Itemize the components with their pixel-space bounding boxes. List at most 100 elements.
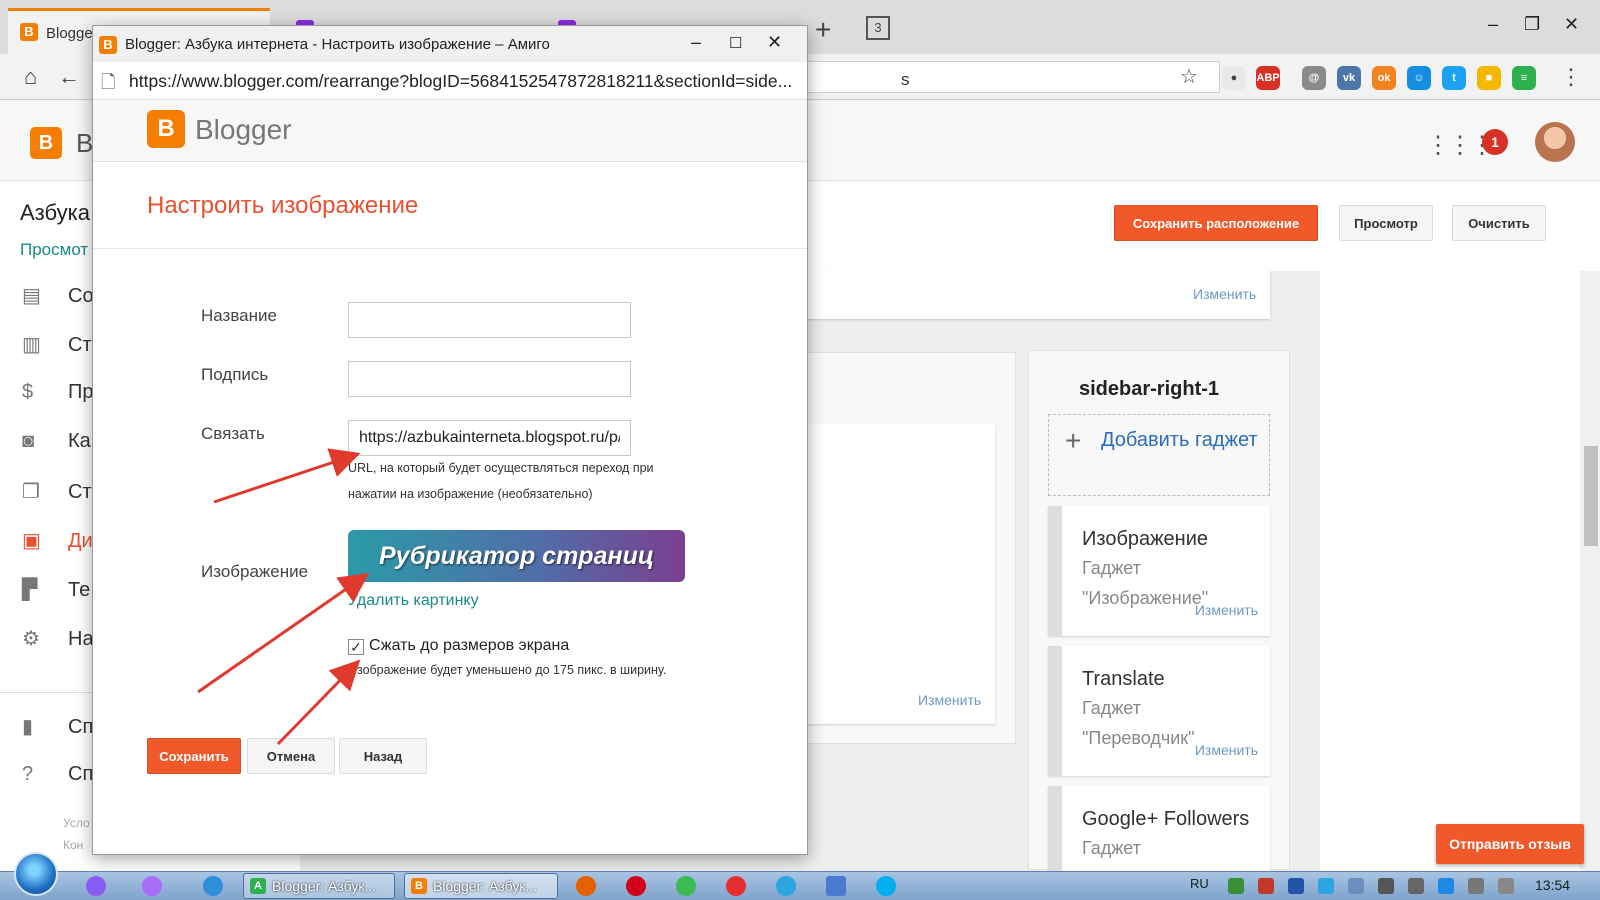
app-launcher-icon[interactable] <box>86 876 106 896</box>
home-icon[interactable]: ⌂ <box>24 64 37 90</box>
sidebar-item-label: Ст <box>68 481 92 503</box>
sidebar-item-posts[interactable]: ▤ Со <box>22 283 94 308</box>
tray-update-icon[interactable] <box>1348 878 1364 894</box>
sidebar-item-layout[interactable]: ▣ Ди <box>22 528 93 553</box>
twitter-icon[interactable]: t <box>1442 66 1466 90</box>
moimir-icon[interactable]: ☺ <box>1407 66 1431 90</box>
sidebar-item-campaigns[interactable]: ◙ Ка <box>22 430 91 454</box>
action-center-flag-icon[interactable] <box>1468 878 1484 894</box>
blogger-logo-icon[interactable]: B <box>30 127 62 159</box>
edit-link[interactable]: Изменить <box>1195 602 1258 618</box>
back-button[interactable]: Назад <box>339 738 427 774</box>
close-icon[interactable]: ✕ <box>1564 14 1579 35</box>
edit-link[interactable]: Изменить <box>918 692 981 708</box>
blog-posts-gadget-card <box>790 424 995 724</box>
network-icon[interactable] <box>826 876 846 896</box>
skype-icon[interactable] <box>876 876 896 896</box>
new-tab-icon[interactable]: + <box>815 14 831 46</box>
tray-messenger-icon[interactable] <box>1438 878 1454 894</box>
sidebar-item-pages[interactable]: ❐ Ст <box>22 479 92 504</box>
page-scrollbar-thumb[interactable] <box>1584 446 1598 546</box>
tray-battery-icon[interactable] <box>1378 878 1394 894</box>
volume-icon[interactable] <box>1408 878 1424 894</box>
taskbar-task-blogger-1[interactable]: A Blogger: Азбук... <box>243 873 395 899</box>
save-layout-button[interactable]: Сохранить расположение <box>1114 205 1318 241</box>
close-icon[interactable]: ✕ <box>767 32 782 53</box>
minimize-icon[interactable]: – <box>1488 14 1498 35</box>
settings-icon: ⚙ <box>22 628 40 650</box>
page-scrollbar[interactable] <box>1582 271 1600 871</box>
adblock-icon[interactable]: ABP <box>1256 66 1280 90</box>
maximize-icon[interactable]: ☐ <box>729 34 742 52</box>
taskbar-task-blogger-2[interactable]: B Blogger: Азбук... <box>404 873 558 899</box>
sidebar-item-reading-list[interactable]: ▮ Сп <box>22 714 93 739</box>
sidebar-item-label: Пр <box>68 381 94 403</box>
send-feedback-button[interactable]: Отправить отзыв <box>1436 824 1584 864</box>
link-input[interactable] <box>348 420 631 456</box>
browser-menu-icon[interactable]: ⋮ <box>1560 64 1582 90</box>
back-arrow-icon[interactable]: ← <box>58 64 80 90</box>
extension-apps-icon[interactable]: ● <box>1222 66 1246 90</box>
notification-badge[interactable]: 1 <box>1482 129 1508 155</box>
shrink-label[interactable]: Сжать до размеров экрана <box>369 637 569 655</box>
image-preview: Рубрикатор страниц <box>348 530 685 582</box>
vk-icon[interactable]: vk <box>1337 66 1361 90</box>
tray-shield-icon[interactable] <box>1288 878 1304 894</box>
edit-link[interactable]: Изменить <box>1195 742 1258 758</box>
taskbar-clock[interactable]: 13:54 <box>1535 877 1570 893</box>
gadget-type: Гаджет <box>1082 698 1141 718</box>
opera-icon[interactable] <box>626 876 646 896</box>
sidebar-item-earnings[interactable]: $ Пр <box>22 381 94 405</box>
footer-link[interactable]: Кон <box>63 838 83 852</box>
gadget-title: Изображение <box>1082 528 1208 550</box>
popup-address-bar[interactable]: 🗋 https://www.blogger.com/rearrange?blog… <box>93 62 807 100</box>
microphone-icon[interactable] <box>142 876 162 896</box>
footer-link[interactable]: Усло <box>63 816 90 830</box>
start-button-icon[interactable] <box>14 852 58 896</box>
language-indicator[interactable]: RU <box>1190 876 1209 891</box>
preview-button[interactable]: Просмотр <box>1339 205 1433 241</box>
save-button[interactable]: Сохранить <box>147 738 241 774</box>
sidebar-item-settings[interactable]: ⚙ На <box>22 626 94 651</box>
gadget-card-image[interactable]: Изображение Гаджет "Изображение" Изменит… <box>1048 506 1270 636</box>
sidebar-item-theme[interactable]: ▛ Те <box>22 577 90 602</box>
tray-app-icon[interactable] <box>1258 878 1274 894</box>
browser-icon[interactable] <box>203 876 223 896</box>
gadget-card-followers[interactable]: Google+ Followers Гаджет <box>1048 786 1270 871</box>
mail-icon[interactable]: @ <box>1302 66 1326 90</box>
caption-input[interactable] <box>348 361 631 397</box>
clear-button[interactable]: Очистить <box>1452 205 1546 241</box>
minimize-icon[interactable]: – <box>691 32 701 53</box>
chrome-icon[interactable] <box>676 876 696 896</box>
add-gadget-button[interactable]: + Добавить гаджет <box>1048 414 1270 496</box>
blog-title[interactable]: Азбука <box>20 200 90 226</box>
stats-icon: ▥ <box>22 334 41 356</box>
title-input[interactable] <box>348 302 631 338</box>
restore-icon[interactable]: ❐ <box>1524 14 1540 35</box>
avatar[interactable] <box>1535 122 1575 162</box>
firefox-icon[interactable] <box>576 876 596 896</box>
cancel-button[interactable]: Отмена <box>247 738 335 774</box>
popup-window-title: Blogger: Азбука интернета - Настроить из… <box>125 36 550 53</box>
chat-icon[interactable]: ■ <box>1477 66 1501 90</box>
sidebar-item-label: На <box>68 628 94 650</box>
tray-sync-icon[interactable] <box>1228 878 1244 894</box>
view-blog-link[interactable]: Просмот <box>20 240 88 260</box>
edit-link[interactable]: Изменить <box>1193 286 1256 302</box>
delete-image-link[interactable]: Удалить картинку <box>348 592 479 610</box>
sidebar-item-stats[interactable]: ▥ Ст <box>22 332 92 357</box>
tab-count-icon[interactable]: 3 <box>866 16 890 40</box>
gadget-card-translate[interactable]: Translate Гаджет "Переводчик" Изменить <box>1048 646 1270 776</box>
bookmark-star-icon[interactable]: ☆ <box>1180 64 1198 89</box>
yandex-icon[interactable] <box>726 876 746 896</box>
add-gadget-label: Добавить гаджет <box>1101 429 1258 451</box>
telegram-icon[interactable] <box>776 876 796 896</box>
tray-telegram-icon[interactable] <box>1318 878 1334 894</box>
taskbar-task-label: Blogger: Азбук... <box>272 878 377 894</box>
shrink-checkbox[interactable]: ✓ <box>348 639 364 655</box>
sidebar-item-help[interactable]: ? Сп <box>22 763 93 787</box>
odnoklassniki-icon[interactable]: ok <box>1372 66 1396 90</box>
network-status-icon[interactable] <box>1498 878 1514 894</box>
sidebar-item-label: Ди <box>68 530 93 552</box>
list-icon[interactable]: ≡ <box>1512 66 1536 90</box>
